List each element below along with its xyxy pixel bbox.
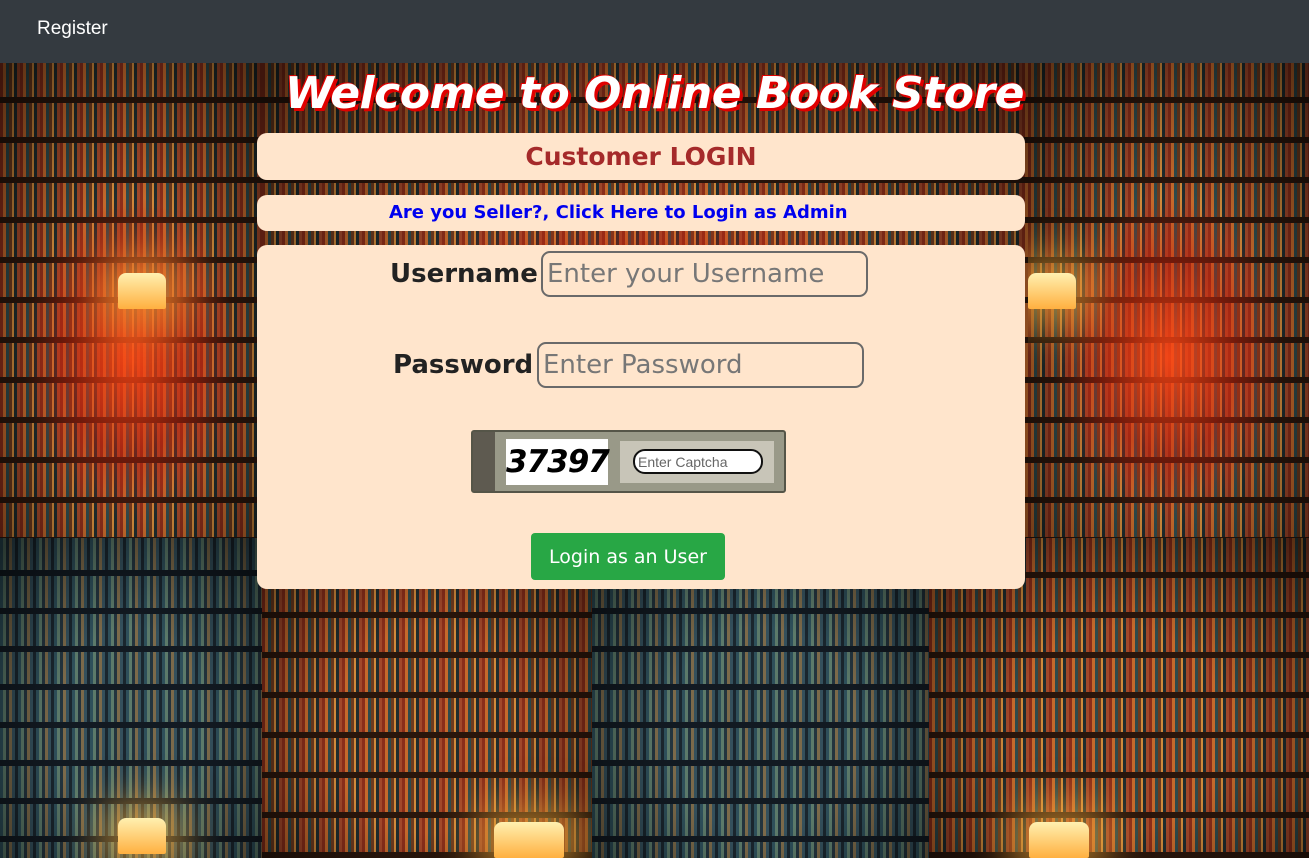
captcha-widget: 37397 (471, 430, 786, 493)
captcha-code: 37397 (506, 439, 610, 485)
register-link[interactable]: Register (37, 18, 108, 40)
login-form: Username : Password : 37397 Login as an … (257, 245, 1025, 589)
background-tile (0, 63, 262, 538)
login-heading-panel: Customer LOGIN (257, 133, 1025, 180)
login-button[interactable]: Login as an User (531, 533, 725, 580)
username-label: Username : (390, 259, 558, 289)
captcha-input-box (620, 441, 774, 483)
top-navbar: Register (0, 0, 1309, 63)
background-tile (0, 538, 262, 858)
captcha-input[interactable] (633, 449, 763, 474)
login-heading: Customer LOGIN (525, 142, 757, 171)
admin-login-link[interactable]: Are you Seller?, Click Here to Login as … (257, 195, 1025, 231)
username-input[interactable] (541, 251, 868, 297)
password-label: Password : (393, 350, 553, 380)
site-title: Welcome to Online Book Store (285, 68, 1024, 119)
admin-login-panel: Are you Seller?, Click Here to Login as … (257, 195, 1025, 231)
captcha-strip (473, 432, 495, 491)
password-input[interactable] (537, 342, 864, 388)
background-tile (1028, 63, 1309, 538)
